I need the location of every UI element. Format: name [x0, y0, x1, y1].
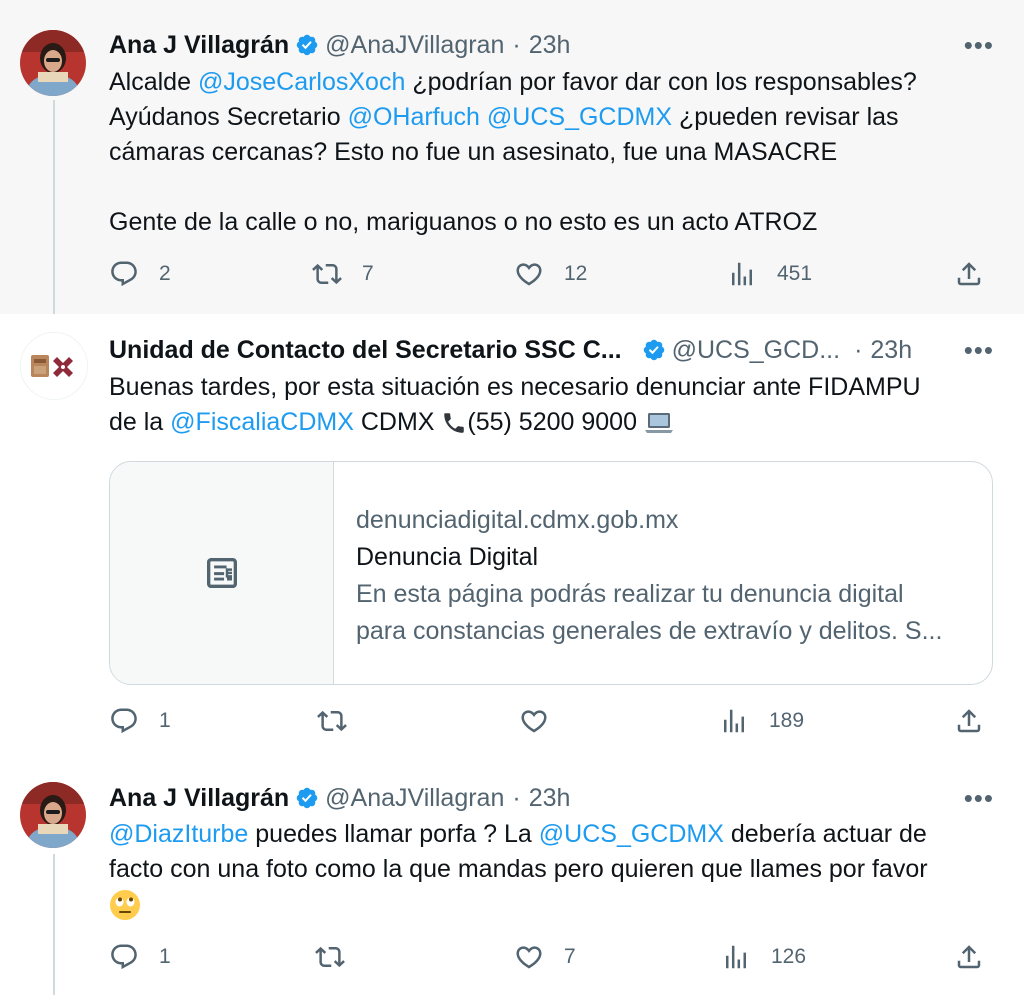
tweet-3[interactable]: Ana J Villagrán @AnaJVillagran · 23h •••… [0, 772, 1024, 995]
author-name[interactable]: Unidad de Contacto del Secretario SSC C.… [109, 336, 622, 365]
avatar[interactable] [20, 30, 86, 96]
face-rolling-eyes-icon [110, 890, 140, 921]
more-options-icon[interactable]: ••• [964, 332, 994, 368]
views-count: 126 [771, 945, 807, 968]
link-preview-card[interactable]: denunciadigital.cdmx.gob.mx Denuncia Dig… [109, 461, 993, 685]
author-handle[interactable]: @AnaJVillagran [325, 784, 504, 813]
reply-button[interactable]: 2 [109, 259, 171, 289]
retweet-icon [312, 263, 342, 285]
like-count: 12 [564, 262, 588, 285]
separator-dot: · [854, 335, 863, 364]
timestamp[interactable]: 23h [529, 784, 571, 813]
views-button[interactable]: 126 [721, 942, 806, 972]
reply-button[interactable]: 1 [109, 706, 171, 736]
card-thumbnail [110, 462, 334, 684]
views-count: 189 [769, 709, 805, 732]
mention-link[interactable]: @UCS_GCDMX [539, 820, 724, 848]
author-name[interactable]: Ana J Villagrán [109, 784, 289, 813]
tweet-actions: 1 7 126 [109, 942, 989, 978]
retweet-icon [317, 710, 347, 732]
mention-link[interactable]: @UCS_GCDMX [487, 103, 672, 131]
article-icon [206, 558, 237, 588]
author-name[interactable]: Ana J Villagrán [109, 31, 289, 60]
like-button[interactable] [519, 706, 549, 736]
retweet-button[interactable] [315, 942, 345, 972]
retweet-button[interactable]: 7 [312, 259, 374, 289]
mention-link[interactable]: @DiazIturbe [109, 820, 248, 848]
share-button[interactable] [954, 706, 984, 736]
reply-count: 1 [159, 709, 171, 732]
thread-line [53, 854, 55, 995]
tweet-text: @DiazIturbe puedes llamar porfa ? La @UC… [109, 817, 984, 922]
share-icon [957, 262, 981, 286]
card-title[interactable]: Denuncia Digital [356, 539, 972, 576]
card-description-line: En esta página podrás realizar tu denunc… [356, 580, 904, 608]
verified-icon [296, 34, 318, 56]
tweet-actions: 1 189 [109, 706, 989, 742]
tweet-1[interactable]: Ana J Villagrán @AnaJVillagran · 23h •••… [0, 0, 1024, 314]
separator-dot: · [512, 783, 521, 812]
mention-link[interactable]: @JoseCarlosXoch [198, 68, 405, 96]
reply-icon [111, 708, 137, 734]
laptop-icon [644, 413, 673, 434]
mention-link[interactable]: @FiscaliaCDMX [170, 408, 354, 436]
views-button[interactable]: 451 [727, 259, 812, 289]
share-button[interactable] [954, 942, 984, 972]
author-handle[interactable]: @UCS_GCD... [672, 336, 840, 365]
phone-number: (55) 5200 9000 [467, 408, 637, 436]
reply-button[interactable]: 1 [109, 942, 171, 972]
tweet-actions: 2 7 12 451 [109, 259, 989, 295]
share-icon [957, 709, 981, 733]
heart-icon [521, 710, 547, 733]
retweet-button[interactable] [317, 706, 347, 736]
retweet-count: 7 [362, 262, 374, 285]
timestamp[interactable]: 23h [870, 336, 912, 365]
tweet-2[interactable]: Unidad de Contacto del Secretario SSC C.… [0, 314, 1024, 772]
tweet-header: Ana J Villagrán @AnaJVillagran · 23h ••• [109, 780, 994, 816]
mention-link[interactable]: @OHarfuch [348, 103, 480, 131]
thread-line [53, 100, 55, 314]
views-count: 451 [777, 262, 813, 285]
reply-count: 1 [159, 945, 171, 968]
card-domain[interactable]: denunciadigital.cdmx.gob.mx [356, 502, 972, 539]
views-chart-icon [724, 709, 744, 733]
reply-icon [111, 944, 137, 970]
retweet-icon [315, 946, 345, 968]
author-handle[interactable]: @AnaJVillagran [325, 31, 504, 60]
reply-icon [111, 261, 137, 287]
separator-dot: · [512, 30, 521, 59]
views-chart-icon [732, 262, 752, 286]
heart-icon [516, 263, 542, 286]
tweet-header: Unidad de Contacto del Secretario SSC C.… [109, 332, 994, 368]
timestamp[interactable]: 23h [529, 31, 571, 60]
tweet-text: Alcalde @JoseCarlosXoch ¿podrían por fav… [109, 68, 917, 236]
avatar[interactable] [20, 332, 88, 400]
more-options-icon[interactable]: ••• [964, 27, 994, 63]
verified-icon [643, 339, 664, 361]
tweet-header: Ana J Villagrán @AnaJVillagran · 23h ••• [109, 27, 994, 63]
heart-icon [516, 946, 542, 969]
avatar[interactable] [20, 782, 86, 848]
views-chart-icon [726, 945, 746, 969]
share-icon [957, 945, 981, 969]
like-button[interactable]: 12 [514, 259, 587, 289]
more-options-icon[interactable]: ••• [964, 780, 994, 816]
views-button[interactable]: 189 [719, 706, 804, 736]
card-description-line: para constancias generales de extravío y… [356, 617, 943, 645]
card-text: denunciadigital.cdmx.gob.mx Denuncia Dig… [356, 502, 972, 650]
reply-count: 2 [159, 262, 171, 285]
tweet-text: Buenas tardes, por esta situación es nec… [109, 373, 921, 436]
verified-icon [296, 787, 318, 809]
phone-icon [444, 413, 465, 434]
like-button[interactable]: 7 [514, 942, 576, 972]
share-button[interactable] [954, 259, 984, 289]
like-count: 7 [564, 945, 576, 968]
